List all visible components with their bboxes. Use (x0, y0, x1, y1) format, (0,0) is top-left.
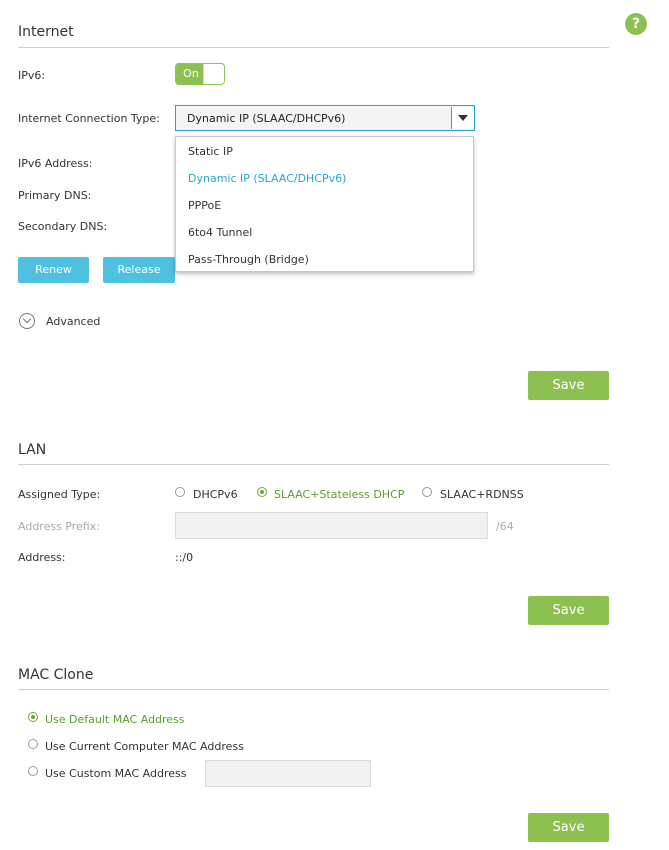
ipv6-address-label: IPv6 Address: (18, 157, 93, 170)
radio-slaac-rdnss[interactable] (422, 487, 432, 497)
radio-current-computer-mac-label[interactable]: Use Current Computer MAC Address (45, 740, 244, 753)
radio-custom-mac[interactable] (28, 766, 38, 776)
mac-clone-divider (18, 689, 609, 690)
dropdown-option-6to4-tunnel[interactable]: 6to4 Tunnel (188, 226, 252, 239)
address-label: Address: (18, 551, 66, 564)
radio-slaac-rdnss-label[interactable]: SLAAC+RDNSS (440, 488, 524, 501)
connection-type-label: Internet Connection Type: (18, 112, 160, 125)
connection-type-select[interactable]: Dynamic IP (SLAAC/DHCPv6) (175, 105, 475, 131)
prefix-suffix: /64 (496, 520, 514, 533)
ipv6-toggle-knob (203, 64, 224, 84)
radio-dhcpv6[interactable] (175, 487, 185, 497)
chevron-down-icon[interactable] (451, 107, 473, 129)
lan-save-button[interactable]: Save (528, 596, 609, 625)
ipv6-label: IPv6: (18, 69, 46, 82)
radio-slaac-stateless-dhcp-label[interactable]: SLAAC+Stateless DHCP (274, 488, 404, 501)
chevron-circle-down-icon[interactable] (19, 313, 35, 329)
mac-clone-section-title: MAC Clone (18, 667, 94, 683)
primary-dns-label: Primary DNS: (18, 189, 92, 202)
connection-type-dropdown: Static IP Dynamic IP (SLAAC/DHCPv6) PPPo… (175, 136, 474, 272)
renew-button[interactable]: Renew (18, 257, 89, 283)
lan-divider (18, 464, 609, 465)
dropdown-option-dynamic-ip[interactable]: Dynamic IP (SLAAC/DHCPv6) (188, 172, 346, 185)
radio-slaac-stateless-dhcp[interactable] (257, 487, 267, 497)
address-prefix-label: Address Prefix: (18, 520, 100, 533)
release-button[interactable]: Release (103, 257, 175, 283)
internet-section-title: Internet (18, 24, 74, 40)
custom-mac-input[interactable] (205, 760, 371, 787)
radio-custom-mac-label[interactable]: Use Custom MAC Address (45, 767, 187, 780)
radio-dhcpv6-label[interactable]: DHCPv6 (193, 488, 238, 501)
assigned-type-label: Assigned Type: (18, 488, 101, 501)
radio-current-computer-mac[interactable] (28, 739, 38, 749)
address-prefix-input[interactable] (175, 512, 488, 539)
address-value: ::/0 (175, 551, 194, 564)
lan-section-title: LAN (18, 442, 47, 458)
secondary-dns-label: Secondary DNS: (18, 220, 108, 233)
internet-save-button[interactable]: Save (528, 371, 609, 400)
mac-clone-save-button[interactable]: Save (528, 813, 609, 842)
advanced-toggle-label[interactable]: Advanced (46, 315, 100, 328)
dropdown-option-static-ip[interactable]: Static IP (188, 145, 233, 158)
connection-type-value: Dynamic IP (SLAAC/DHCPv6) (187, 112, 346, 125)
internet-divider (18, 47, 609, 48)
help-icon[interactable]: ? (625, 13, 647, 35)
dropdown-option-pass-through[interactable]: Pass-Through (Bridge) (188, 253, 309, 266)
radio-default-mac-label[interactable]: Use Default MAC Address (45, 713, 185, 726)
ipv6-toggle-on-label: On (176, 64, 206, 84)
ipv6-toggle[interactable]: On (175, 63, 225, 85)
radio-default-mac[interactable] (28, 712, 38, 722)
dropdown-option-pppoe[interactable]: PPPoE (188, 199, 221, 212)
